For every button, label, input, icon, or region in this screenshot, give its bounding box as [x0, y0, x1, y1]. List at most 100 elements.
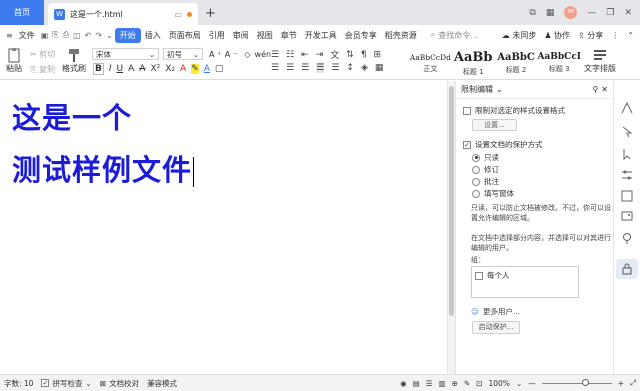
- proofread-button[interactable]: ⊠ 文档校对: [100, 378, 139, 389]
- redo-icon[interactable]: ↷: [95, 31, 102, 40]
- tab-page-layout[interactable]: 页面布局: [165, 30, 205, 41]
- decrease-indent-icon[interactable]: ⇤: [301, 50, 309, 60]
- style-heading-2[interactable]: AaBbC 标题 2: [495, 47, 538, 79]
- menu-icon[interactable]: ≡: [6, 31, 13, 40]
- everyone-item[interactable]: 每个人: [475, 270, 510, 281]
- zoom-value[interactable]: 100%: [488, 379, 509, 388]
- document-line-1[interactable]: 这是一个: [12, 95, 132, 137]
- tab-references[interactable]: 引用: [205, 30, 229, 41]
- document-tab[interactable]: W 这是一个.html ▭: [48, 3, 198, 25]
- vertical-scrollbar[interactable]: [447, 81, 455, 374]
- eye-icon[interactable]: ◉: [400, 379, 407, 388]
- chevron-down-icon[interactable]: ⌄: [496, 85, 503, 94]
- grid-icon[interactable]: ▦: [546, 8, 555, 18]
- table-icon[interactable]: ⊞: [374, 50, 382, 60]
- distribute-icon[interactable]: ☰: [331, 63, 339, 73]
- bullets-icon[interactable]: ☰: [271, 50, 279, 60]
- show-marks-icon[interactable]: ¶: [361, 50, 367, 60]
- scrollbar-thumb[interactable]: [449, 86, 454, 316]
- search-input[interactable]: 查找命令...: [438, 30, 478, 41]
- shapes-icon[interactable]: [620, 189, 634, 203]
- avatar[interactable]: HP: [564, 6, 578, 19]
- settings-button[interactable]: 设置...: [472, 119, 517, 131]
- align-center-icon[interactable]: ☰: [286, 63, 294, 73]
- document-line-2[interactable]: 测试样例文件: [12, 147, 195, 189]
- text-color-icon[interactable]: A: [204, 64, 210, 74]
- clear-format-icon[interactable]: ◇: [244, 50, 250, 59]
- dropdown-icon[interactable]: ⌄: [106, 31, 113, 40]
- preview-icon[interactable]: ◫: [73, 31, 81, 40]
- document-canvas[interactable]: 这是一个 测试样例文件: [0, 81, 447, 374]
- pin-icon[interactable]: ⚲: [592, 85, 598, 94]
- export-icon[interactable]: ⎘: [52, 30, 58, 40]
- align-left-icon[interactable]: ☰: [271, 63, 279, 73]
- zoom-slider-knob[interactable]: [581, 378, 589, 386]
- copy-button[interactable]: ⎘ 复制: [30, 64, 55, 75]
- close-icon[interactable]: ✕: [624, 8, 632, 18]
- collab-button[interactable]: ♟ 协作: [544, 30, 570, 41]
- forms-radio[interactable]: [472, 189, 480, 198]
- revisions-radio[interactable]: [472, 165, 480, 174]
- text-layout-button[interactable]: 文字排版: [584, 47, 616, 74]
- word-count[interactable]: 字数: 10: [4, 378, 33, 389]
- restrict-format-checkbox[interactable]: [463, 106, 471, 115]
- save-icon[interactable]: ▣: [41, 31, 49, 40]
- strikethrough-button[interactable]: A: [139, 64, 145, 74]
- share-button[interactable]: ⇪ 分享: [578, 30, 603, 41]
- tab-section[interactable]: 章节: [277, 30, 301, 41]
- underline-button[interactable]: U: [117, 64, 124, 74]
- collapse-ribbon-icon[interactable]: ⌃: [627, 31, 634, 40]
- shading-icon[interactable]: ◈: [361, 63, 368, 73]
- tab-view[interactable]: 视图: [253, 30, 277, 41]
- font-name-select[interactable]: 宋体 ⌄: [92, 48, 159, 60]
- option-revisions[interactable]: 修订: [472, 164, 499, 175]
- phonetic-icon[interactable]: wén: [255, 50, 272, 59]
- cut-button[interactable]: ✂ 剪切: [30, 49, 55, 60]
- everyone-checkbox[interactable]: [475, 271, 483, 280]
- option-forms[interactable]: 填写窗体: [472, 188, 514, 199]
- user-group-list[interactable]: 每个人: [471, 266, 579, 298]
- tab-docer[interactable]: 稻壳资源: [381, 30, 421, 41]
- option-readonly[interactable]: 只读: [472, 152, 499, 163]
- outline-view-icon[interactable]: ☰: [426, 379, 433, 388]
- subscript-button[interactable]: X₂: [165, 64, 175, 74]
- image-icon[interactable]: [620, 209, 634, 223]
- location-icon[interactable]: [620, 231, 634, 245]
- style-heading-1[interactable]: AaBb 标题 1: [452, 47, 495, 79]
- protect-option[interactable]: ✓ 设置文档的保护方式: [463, 139, 543, 150]
- chevron-down-icon[interactable]: ⌄: [516, 379, 522, 388]
- adjust-icon[interactable]: [620, 168, 634, 182]
- new-tab-icon[interactable]: +: [205, 3, 216, 25]
- close-icon[interactable]: ✕: [601, 85, 608, 94]
- sync-button[interactable]: ☁ 未同步: [502, 30, 537, 41]
- more-users-link[interactable]: ☺ 更多用户...: [471, 306, 520, 317]
- select-icon[interactable]: [620, 125, 634, 139]
- tab-home[interactable]: 开始: [114, 27, 141, 43]
- line-spacing-icon[interactable]: ↕: [346, 63, 354, 73]
- protect-checkbox[interactable]: ✓: [463, 140, 471, 149]
- char-border-icon[interactable]: ▢: [215, 64, 224, 74]
- italic-button[interactable]: I: [109, 64, 112, 74]
- restore-icon[interactable]: ❐: [606, 8, 614, 18]
- read-view-icon[interactable]: ▥: [438, 379, 445, 388]
- minimize-icon[interactable]: —: [587, 8, 596, 18]
- tab-member[interactable]: 会员专享: [341, 30, 381, 41]
- borders-icon[interactable]: ▦: [375, 63, 384, 73]
- cursor-icon[interactable]: [620, 147, 634, 161]
- tab-insert[interactable]: 插入: [141, 30, 165, 41]
- command-search[interactable]: ⌕ 查找命令...: [425, 30, 478, 41]
- home-tab[interactable]: 首页: [0, 0, 44, 25]
- option-comments[interactable]: 批注: [472, 176, 499, 187]
- style-heading-3[interactable]: AaBbCcI 标题 3: [537, 47, 581, 79]
- restrict-edit-tab[interactable]: [616, 259, 638, 279]
- print-icon[interactable]: ⎙: [63, 30, 69, 40]
- grow-shrink-font-icons[interactable]: A⁺A⁻: [209, 50, 240, 59]
- font-size-select[interactable]: 初号 ⌄: [163, 48, 203, 60]
- layout-icon[interactable]: ⧉: [529, 8, 535, 18]
- tab-review[interactable]: 审阅: [229, 30, 253, 41]
- paste-button[interactable]: 粘贴: [6, 47, 22, 74]
- zoom-out-icon[interactable]: —: [528, 379, 536, 388]
- align-right-icon[interactable]: ☰: [301, 63, 309, 73]
- chinese-layout-icon[interactable]: 文: [330, 48, 339, 61]
- more-icon[interactable]: ⋮: [611, 31, 619, 40]
